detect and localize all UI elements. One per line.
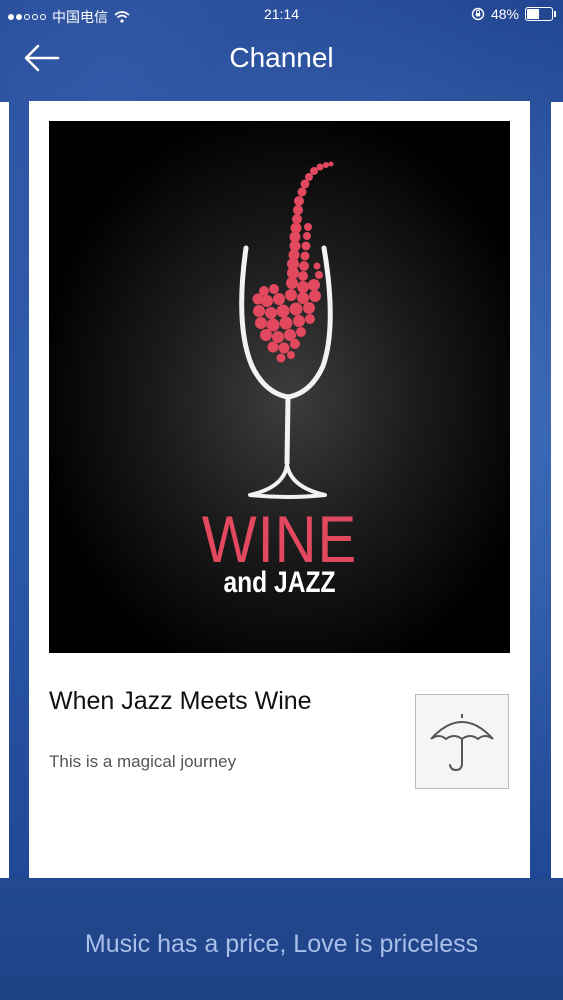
page-title: Channel — [229, 42, 334, 73]
battery-icon — [525, 7, 556, 21]
next-card-peek[interactable] — [551, 102, 563, 878]
status-bar: 中国电信 21:14 48% — [0, 0, 563, 30]
status-right: 48% — [471, 6, 556, 22]
channel-card[interactable]: WINE and JAZZ When Jazz Meets Wine This … — [29, 101, 530, 878]
rotation-lock-icon — [471, 7, 485, 21]
channel-artwork[interactable]: WINE and JAZZ — [49, 121, 510, 653]
umbrella-icon — [430, 713, 494, 771]
previous-card-peek[interactable] — [0, 102, 9, 878]
footer: Music has a price, Love is priceless — [0, 878, 563, 1000]
channel-title: When Jazz Meets Wine — [49, 687, 312, 715]
artwork-title-small: and JAZZ — [223, 566, 336, 599]
channel-subtitle: This is a magical journey — [49, 752, 237, 771]
battery-percent: 48% — [490, 6, 519, 22]
navigation-bar: Channel — [0, 30, 563, 85]
footer-slogan: Music has a price, Love is priceless — [84, 930, 479, 958]
umbrella-button[interactable] — [415, 694, 509, 789]
